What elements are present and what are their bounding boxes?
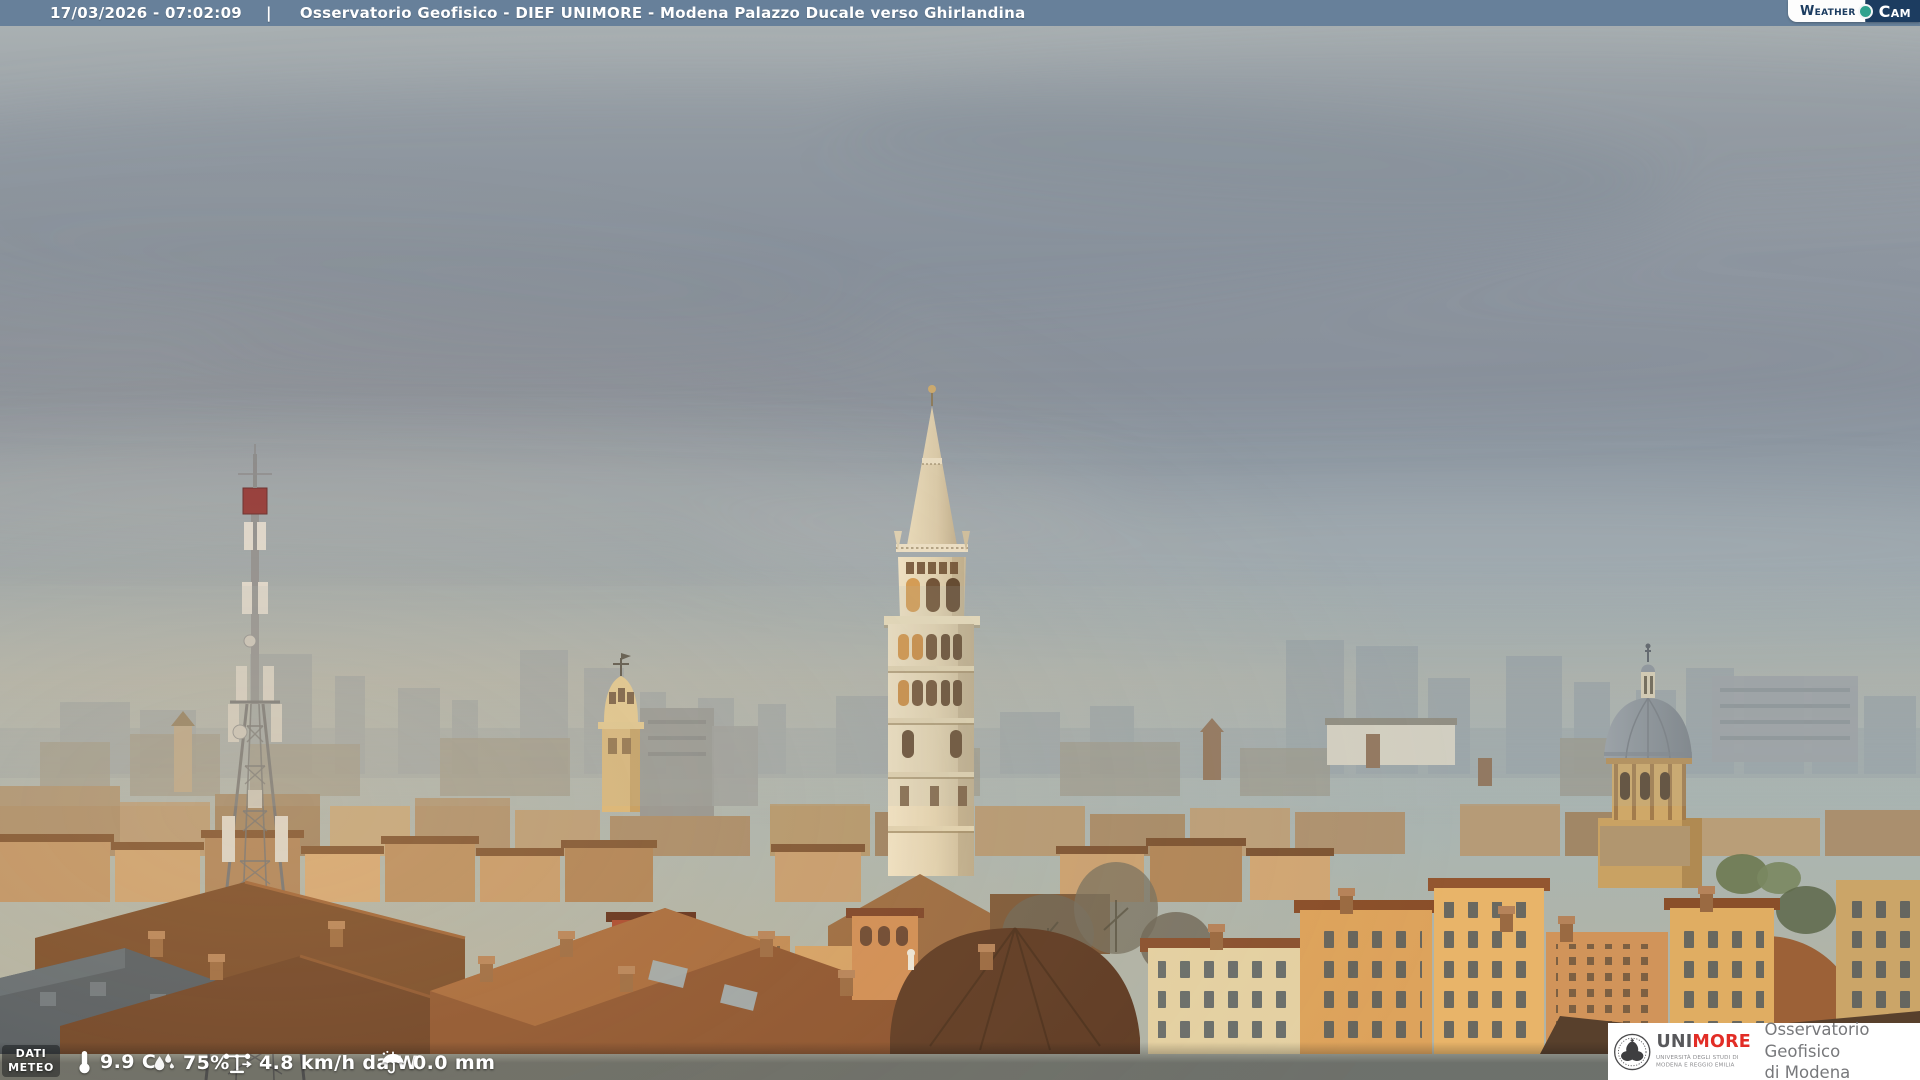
temperature-reading: 9.9 C [76, 1049, 156, 1075]
camera-title: Osservatorio Geofisico - DIEF UNIMORE - … [299, 4, 1026, 22]
thermometer-icon [79, 1050, 90, 1074]
observatory-name: Osservatorio Geofisico di Modena [1764, 1019, 1920, 1080]
weathercam-cam-label: Cam [1865, 0, 1920, 22]
unimore-more-text: MORE [1692, 1031, 1751, 1052]
unimore-university-subtitle: UNIVERSITÀ DEGLI STUDI DI MODENA E REGGI… [1656, 1054, 1739, 1068]
dati-label-line1: DATI [15, 1047, 47, 1060]
humidity-reading: 75% [150, 1051, 230, 1075]
unimore-seal-icon [1614, 1033, 1651, 1070]
light-overlays [0, 26, 1920, 1080]
weathercam-dot-icon [1857, 3, 1873, 19]
rain-value: 0.0 mm [413, 1051, 496, 1074]
unimore-uni-text: UNI [1656, 1031, 1693, 1052]
rain-icon [382, 1050, 404, 1074]
unimore-logo-box[interactable]: UNIMORE UNIVERSITÀ DEGLI STUDI DI MODENA… [1608, 1020, 1920, 1080]
dati-label-line2: METEO [8, 1061, 54, 1075]
observatory-name-line1: Osservatorio Geofisico [1764, 1020, 1870, 1061]
unimore-wordmark: UNIMORE UNIVERSITÀ DEGLI STUDI DI MODENA… [1656, 1031, 1762, 1070]
university-subtitle-line2: MODENA E REGGIO EMILIA [1656, 1062, 1735, 1069]
timestamp: 17/03/2026 - 07:02:09 [50, 4, 243, 22]
humidity-icon [154, 1053, 174, 1071]
weathercam-weather-label: Weather [1787, 0, 1865, 22]
wind-icon [223, 1053, 252, 1074]
webcam-photo [0, 26, 1920, 1080]
dati-meteo-label: DATI METEO [2, 1045, 60, 1077]
webcam-page: 17/03/2026 - 07:02:09 | Osservatorio Geo… [0, 0, 1920, 1080]
rain-reading: 0.0 mm [380, 1050, 495, 1075]
top-status-bar: 17/03/2026 - 07:02:09 | Osservatorio Geo… [0, 0, 1920, 26]
temperature-value: 9.9 C [100, 1051, 157, 1073]
title-separator: | [266, 4, 272, 22]
observatory-name-line2: di Modena [1764, 1063, 1851, 1080]
weathercam-logo[interactable]: Weather Cam [1787, 0, 1920, 22]
